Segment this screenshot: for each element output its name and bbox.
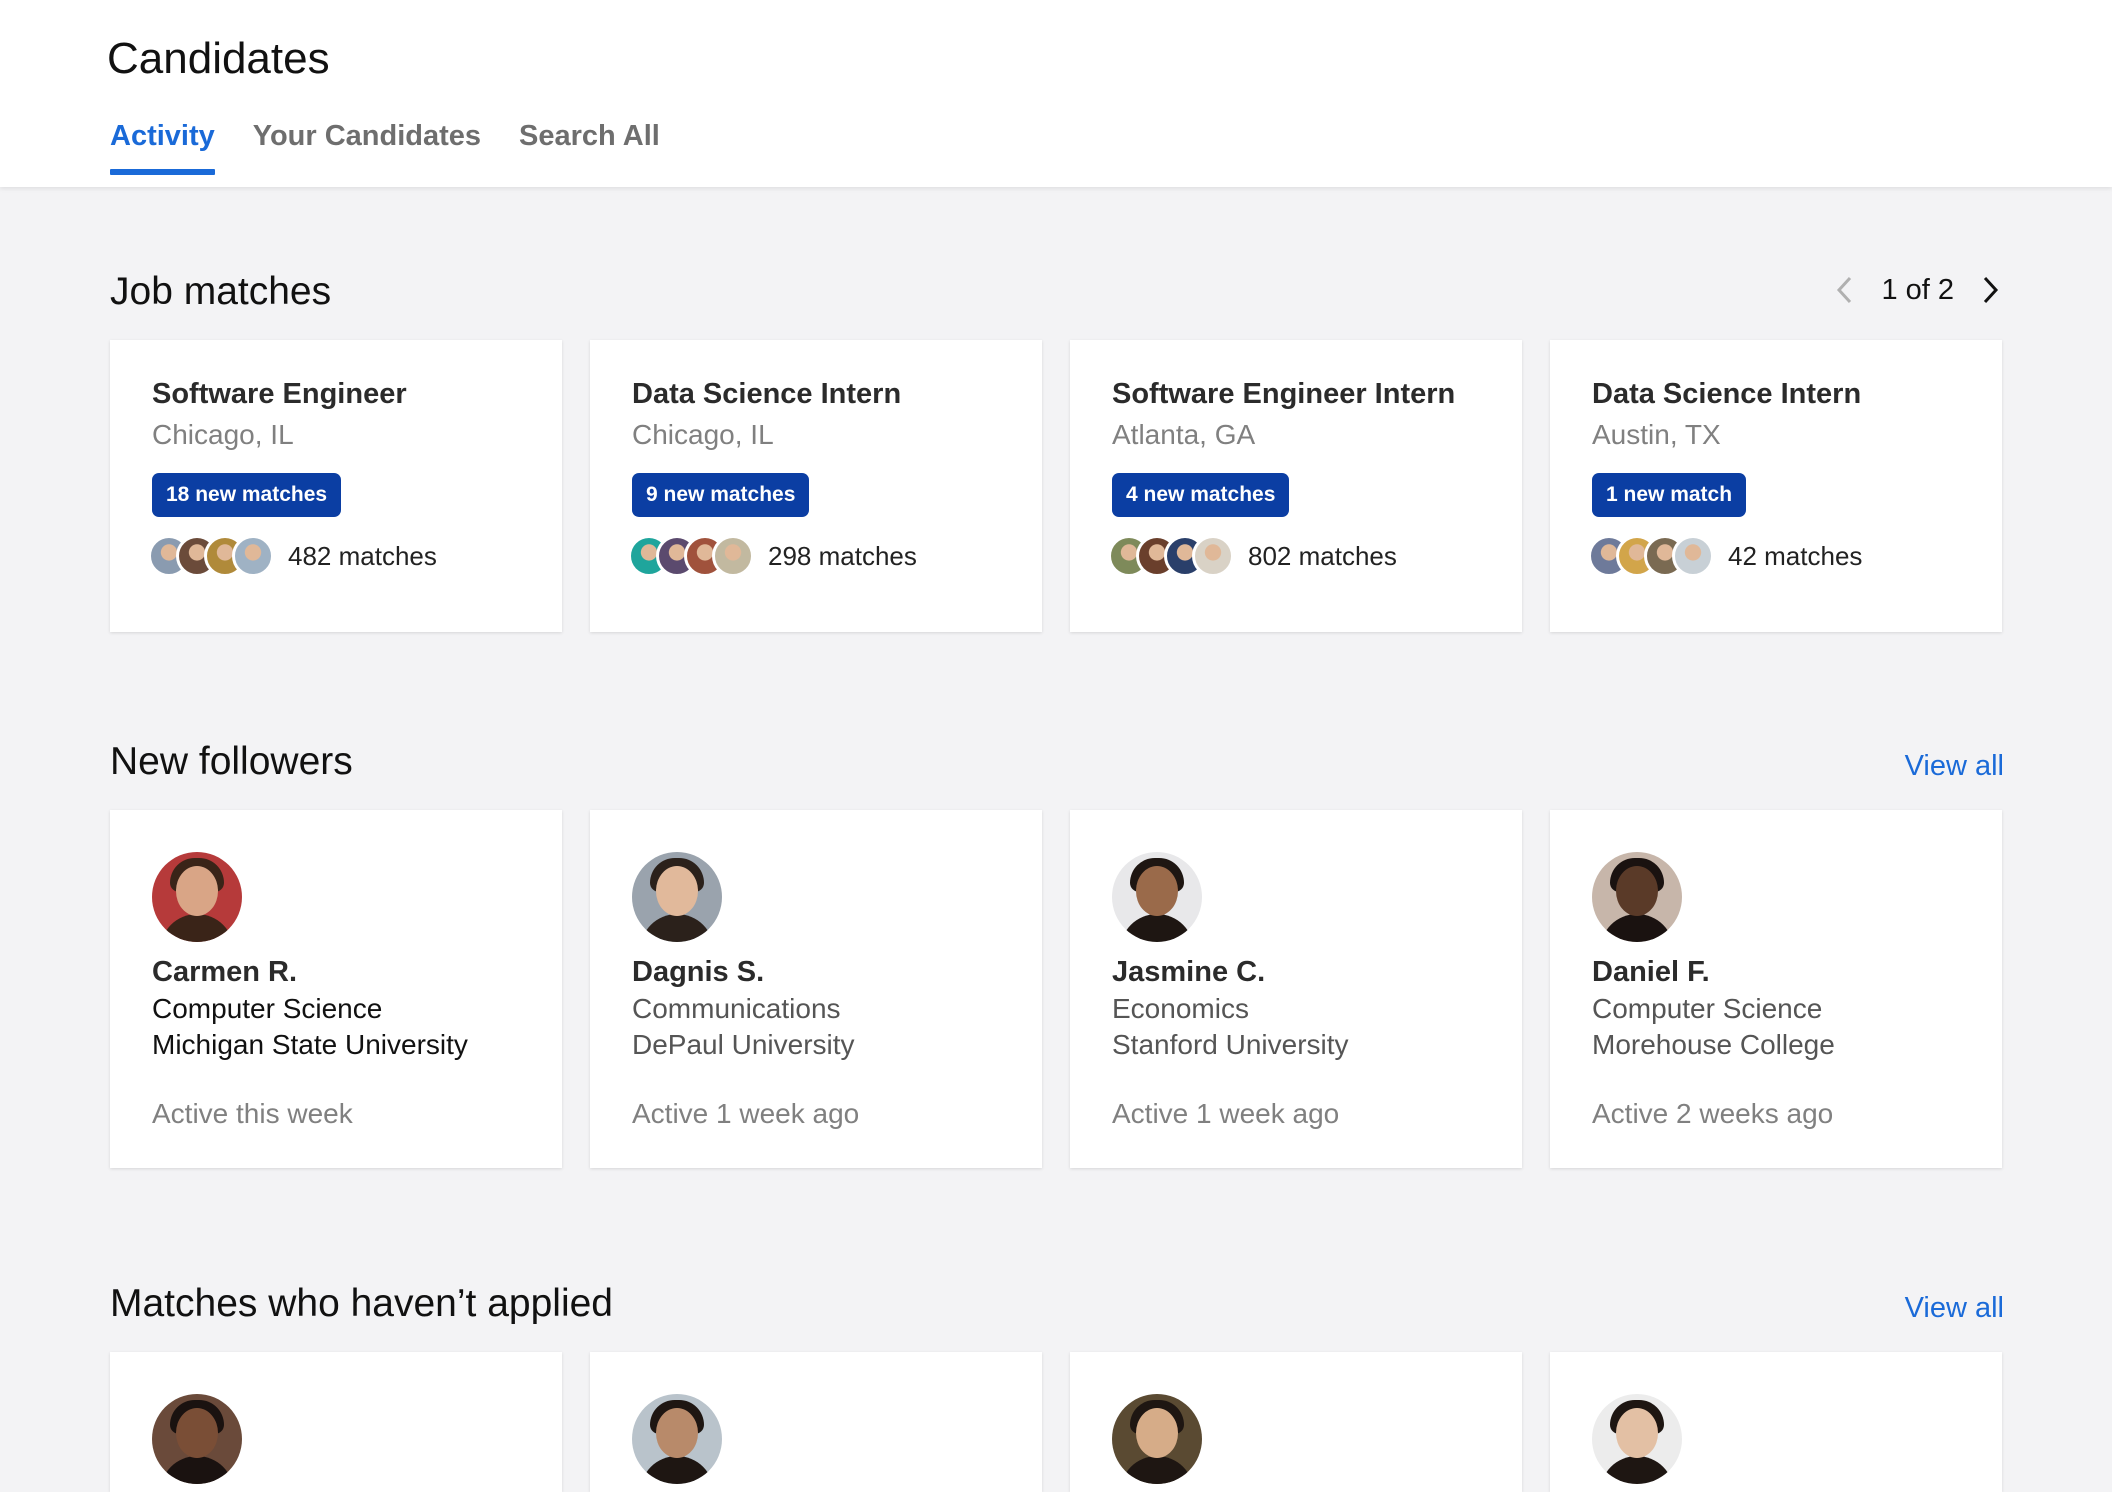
new-followers-row: Carmen R. Computer Science Michigan Stat… xyxy=(110,810,2004,1168)
match-count: 802 matches xyxy=(1248,540,1397,571)
job-title: Data Science Intern xyxy=(1592,378,1862,410)
new-matches-badge: 9 new matches xyxy=(632,473,810,517)
follower-major: Computer Science xyxy=(1592,993,1823,1024)
follower-major: Economics xyxy=(1112,993,1249,1024)
avatar xyxy=(1112,852,1202,942)
follower-name: Dagnis S. xyxy=(632,956,765,988)
follower-school: Michigan State University xyxy=(152,1029,468,1060)
job-card[interactable]: Data Science Intern Chicago, IL 9 new ma… xyxy=(590,340,1042,632)
avatar xyxy=(1672,535,1714,577)
job-card[interactable]: Data Science Intern Austin, TX 1 new mat… xyxy=(1550,340,2002,632)
job-card[interactable]: Software Engineer Chicago, IL 18 new mat… xyxy=(110,340,562,632)
pager-label: 1 of 2 xyxy=(1881,273,1954,306)
avatar xyxy=(1592,1394,1682,1484)
top-header: Candidates Activity Your Candidates Sear… xyxy=(0,0,2112,187)
match-count: 298 matches xyxy=(768,540,917,571)
follower-card[interactable]: Jasmine C. Economics Stanford University… xyxy=(1070,810,1522,1168)
avatar xyxy=(232,535,274,577)
follower-name: Daniel F. xyxy=(1592,956,1710,988)
job-matches-pager: 1 of 2 xyxy=(1831,270,2004,310)
job-location: Austin, TX xyxy=(1592,419,1721,450)
job-matches-row: Software Engineer Chicago, IL 18 new mat… xyxy=(110,340,2004,632)
new-matches-badge: 4 new matches xyxy=(1112,473,1290,517)
job-title: Software Engineer Intern xyxy=(1112,378,1456,410)
avatar xyxy=(1192,535,1234,577)
match-count: 482 matches xyxy=(288,540,437,571)
matched-avatars xyxy=(1108,535,1234,577)
candidate-card[interactable] xyxy=(110,1352,562,1492)
follower-name: Carmen R. xyxy=(152,956,298,988)
new-matches-badge: 18 new matches xyxy=(152,473,342,517)
avatar xyxy=(632,852,722,942)
avatar xyxy=(152,1394,242,1484)
matches-not-applied-heading: Matches who haven’t applied xyxy=(110,1282,613,1325)
job-location: Chicago, IL xyxy=(632,419,774,450)
job-location: Atlanta, GA xyxy=(1112,419,1256,450)
tab-activity[interactable]: Activity xyxy=(110,120,215,175)
new-followers-heading: New followers xyxy=(110,740,353,783)
new-matches-badge: 1 new match xyxy=(1592,473,1747,517)
page-title: Candidates xyxy=(107,34,330,83)
job-title: Data Science Intern xyxy=(632,378,902,410)
new-followers-view-all-link[interactable]: View all xyxy=(1905,750,2004,783)
follower-major: Computer Science xyxy=(152,993,383,1024)
chevron-right-icon xyxy=(1983,276,1999,304)
tab-search-all[interactable]: Search All xyxy=(519,120,660,175)
matched-avatars xyxy=(1588,535,1714,577)
tab-bar: Activity Your Candidates Search All xyxy=(110,120,660,175)
matches-not-applied-row xyxy=(110,1352,2004,1492)
follower-card[interactable]: Dagnis S. Communications DePaul Universi… xyxy=(590,810,1042,1168)
matched-avatars xyxy=(148,535,274,577)
candidate-card[interactable] xyxy=(1070,1352,1522,1492)
follower-activity: Active 1 week ago xyxy=(632,1098,860,1129)
follower-name: Jasmine C. xyxy=(1112,956,1266,988)
match-count: 42 matches xyxy=(1728,540,1863,571)
avatar xyxy=(1592,852,1682,942)
follower-school: DePaul University xyxy=(632,1029,855,1060)
follower-activity: Active 1 week ago xyxy=(1112,1098,1340,1129)
job-title: Software Engineer xyxy=(152,378,407,410)
follower-major: Communications xyxy=(632,993,841,1024)
previous-page-button[interactable] xyxy=(1831,270,1859,310)
follower-activity: Active this week xyxy=(152,1098,353,1129)
job-matches-heading: Job matches xyxy=(110,270,332,313)
matched-avatars xyxy=(628,535,754,577)
chevron-left-icon xyxy=(1837,276,1852,304)
avatar xyxy=(632,1394,722,1484)
follower-school: Morehouse College xyxy=(1592,1029,1835,1060)
job-location: Chicago, IL xyxy=(152,419,294,450)
follower-school: Stanford University xyxy=(1112,1029,1349,1060)
avatar xyxy=(152,852,242,942)
candidate-card[interactable] xyxy=(590,1352,1042,1492)
avatar xyxy=(712,535,754,577)
matches-not-applied-view-all-link[interactable]: View all xyxy=(1905,1292,2004,1325)
next-page-button[interactable] xyxy=(1976,270,2004,310)
job-card[interactable]: Software Engineer Intern Atlanta, GA 4 n… xyxy=(1070,340,1522,632)
follower-card[interactable]: Carmen R. Computer Science Michigan Stat… xyxy=(110,810,562,1168)
follower-activity: Active 2 weeks ago xyxy=(1592,1098,1834,1129)
avatar xyxy=(1112,1394,1202,1484)
tab-your-candidates[interactable]: Your Candidates xyxy=(253,120,481,175)
candidate-card[interactable] xyxy=(1550,1352,2002,1492)
follower-card[interactable]: Daniel F. Computer Science Morehouse Col… xyxy=(1550,810,2002,1168)
